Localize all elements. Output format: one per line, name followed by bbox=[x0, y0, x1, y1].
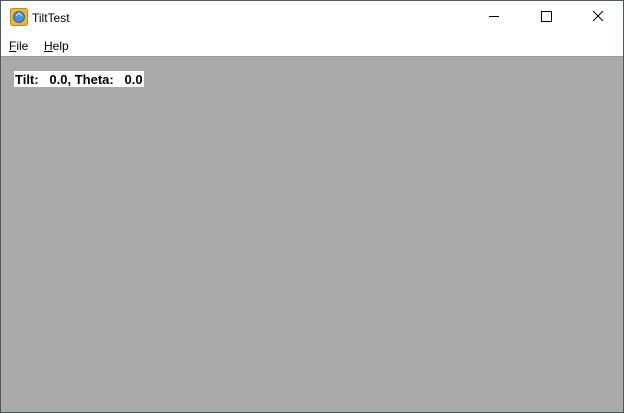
close-icon bbox=[592, 9, 604, 27]
menu-bar: File Help bbox=[1, 34, 623, 56]
window-title: TiltTest bbox=[32, 11, 70, 25]
minimize-button[interactable] bbox=[471, 1, 517, 34]
menu-file[interactable]: File bbox=[9, 38, 28, 54]
tilt-theta-readout: Tilt: 0.0, Theta: 0.0 bbox=[14, 71, 144, 87]
app-icon[interactable] bbox=[10, 8, 28, 26]
maximize-icon bbox=[540, 9, 552, 27]
maximize-button[interactable] bbox=[523, 1, 569, 34]
title-bar[interactable]: TiltTest bbox=[1, 1, 623, 34]
client-area[interactable]: Tilt: 0.0, Theta: 0.0 bbox=[1, 56, 623, 412]
menu-file-label: ile bbox=[16, 39, 29, 53]
menu-help-mnemonic: H bbox=[44, 39, 53, 53]
app-window: TiltTest File Help Tilt: 0.0, Theta: 0.0 bbox=[0, 0, 624, 413]
minimize-icon bbox=[488, 9, 500, 27]
menu-help-label: elp bbox=[52, 39, 69, 53]
menu-help[interactable]: Help bbox=[44, 38, 69, 54]
close-button[interactable] bbox=[575, 1, 621, 34]
